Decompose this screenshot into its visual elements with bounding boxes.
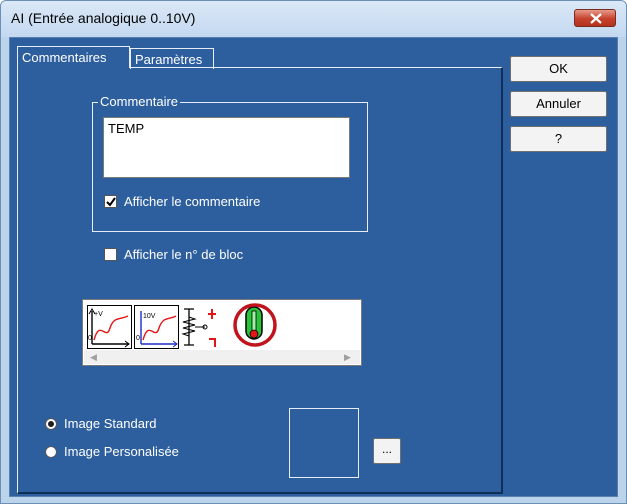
dialog-window: AI (Entrée analogique 0..10V) Commentair… xyxy=(0,0,627,504)
tab-parametres[interactable]: Paramètres xyxy=(130,48,214,69)
svg-text:0: 0 xyxy=(88,335,92,342)
resistor-sensor-icon[interactable] xyxy=(181,305,226,349)
title-bar[interactable]: AI (Entrée analogique 0..10V) xyxy=(1,1,626,37)
graph-0-v-icon[interactable]: +V 0 xyxy=(87,305,132,349)
window-title: AI (Entrée analogique 0..10V) xyxy=(11,10,196,26)
svg-text:10V: 10V xyxy=(143,313,156,320)
show-block-number-label[interactable]: Afficher le n° de bloc xyxy=(124,247,243,262)
image-custom-label[interactable]: Image Personalisée xyxy=(64,444,179,459)
radio-selected-dot xyxy=(48,421,54,427)
show-comment-label[interactable]: Afficher le commentaire xyxy=(124,194,260,209)
close-button[interactable] xyxy=(574,9,616,27)
comment-group-legend: Commentaire xyxy=(98,94,181,109)
svg-text:+V: +V xyxy=(94,311,103,318)
thermometer-icon[interactable] xyxy=(230,301,280,349)
browse-button[interactable]: ... xyxy=(373,438,401,464)
checkmark-icon xyxy=(106,197,116,207)
help-button[interactable]: ? xyxy=(510,126,607,152)
ok-button[interactable]: OK xyxy=(510,56,607,82)
svg-text:0: 0 xyxy=(136,335,140,342)
cancel-button[interactable]: Annuler xyxy=(510,91,607,117)
close-icon xyxy=(590,13,602,24)
graph-0-10v-icon[interactable]: 10V 0 xyxy=(134,305,179,349)
gallery-scrollbar[interactable]: ◀ ▶ xyxy=(84,350,360,364)
tab-commentaires[interactable]: Commentaires xyxy=(17,46,130,68)
image-gallery: +V 0 10V 0 ◀ ▶ xyxy=(82,299,362,366)
scroll-right-icon[interactable]: ▶ xyxy=(344,352,351,363)
show-comment-checkbox[interactable] xyxy=(104,195,117,208)
dialog-client-area: Commentaires Paramètres OK Annuler ? Com… xyxy=(9,37,618,497)
scroll-left-icon[interactable]: ◀ xyxy=(90,352,97,363)
comment-input[interactable]: TEMP xyxy=(103,117,350,178)
image-preview-box xyxy=(289,408,359,478)
image-standard-label[interactable]: Image Standard xyxy=(64,416,157,431)
show-block-number-checkbox[interactable] xyxy=(104,248,117,261)
radio-image-standard[interactable] xyxy=(45,418,57,430)
radio-image-custom[interactable] xyxy=(45,446,57,458)
